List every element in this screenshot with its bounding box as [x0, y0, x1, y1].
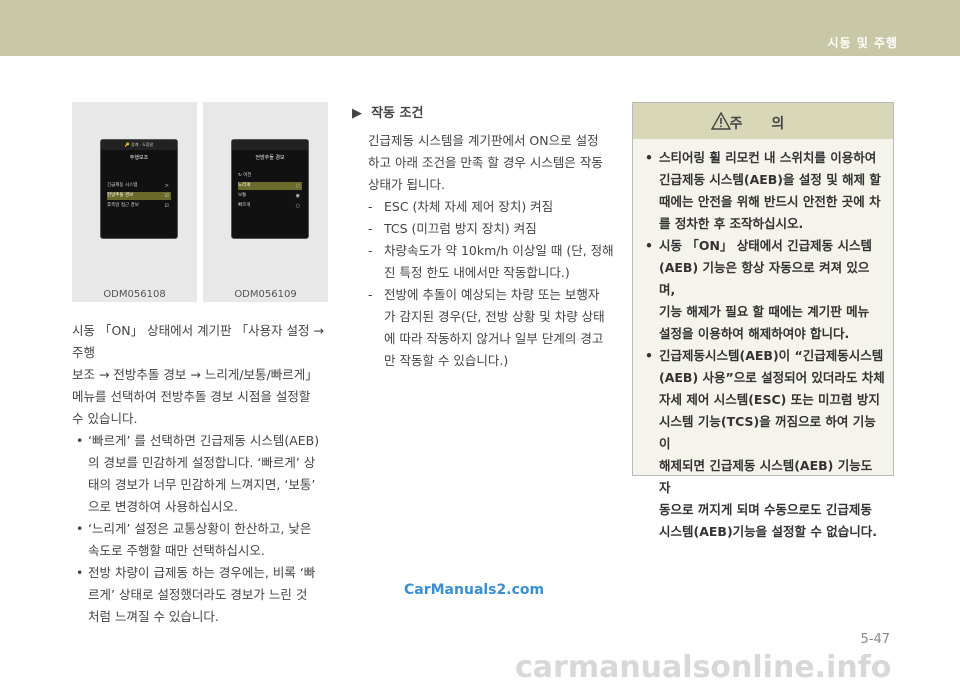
section-title: 작동 조건 — [371, 106, 424, 121]
condition-item: - ESC (차체 자세 제어 장치) 켜짐 — [368, 199, 554, 214]
list-item: • 긴급제동시스템(AEB)이 “긴급제동시스템 (AEB) 사용”으로 설정되… — [645, 348, 885, 539]
list-item: • ‘느리게’ 설정은 교통상황이 한산하고, 낮은 속도로 주행할 때만 선택… — [76, 521, 312, 558]
intro-line: 메뉴를 선택하여 전방추돌 경보 시점을 설정할 — [72, 389, 311, 404]
screen-menu-row-selected: 전방추돌 경보 ☑ — [107, 192, 171, 200]
list-item: • ‘빠르게’ 를 선택하면 긴급제동 시스템(AEB) 의 경보를 민감하게 … — [76, 433, 320, 514]
screen-top-label — [232, 140, 308, 150]
cluster-screen: 전방추돌 경보 ↻ 이전 느리게 ○ 보통 ◉ 빠르게 ○ — [231, 139, 309, 239]
condition-item: - 차량속도가 약 10km/h 이상일 때 (단, 정해 진 특정 한도 내에… — [368, 243, 614, 280]
watermark-text: carmanualsonline.info — [515, 650, 892, 685]
figure-odm056109: 전방추돌 경보 ↻ 이전 느리게 ○ 보통 ◉ 빠르게 ○ ODM056109 — [203, 102, 328, 302]
intro-line: 보조 → 전방추돌 경보 → 느리게/보통/빠르게」 — [72, 367, 318, 382]
screen-menu-row: 보통 ◉ — [238, 193, 300, 199]
header-bar: 시동 및 주행 — [0, 0, 960, 56]
page-number: 5-47 — [860, 632, 890, 647]
figure-caption: ODM056109 — [234, 289, 297, 300]
caution-title-bar: 주 의 — [633, 103, 893, 139]
condition-item: - TCS (미끄럼 방지 장치) 켜짐 — [368, 221, 537, 236]
caution-title: 주 의 — [729, 116, 797, 132]
screen-menu-row: 빠르게 ○ — [238, 203, 300, 209]
screen-top-label: 🔑 경계 · 도움말 — [101, 140, 177, 150]
screen-menu-row-selected: 느리게 ○ — [238, 182, 302, 190]
left-text-column: 시동 「ON」 상태에서 계기판 「사용자 설정 →주행 보조 → 전방추돌 경… — [72, 320, 334, 628]
figure-caption: ODM056108 — [103, 289, 166, 300]
caution-body: • 스티어링 휠 리모컨 내 스위치를 이용하여 긴급제동 시스템(AEB)을 … — [645, 147, 885, 543]
watermark-link[interactable]: CarManuals2.com — [404, 582, 544, 598]
intro-line: 하고 아래 조건을 만족 할 경우 시스템은 작동 — [368, 155, 603, 170]
screen-menu-row: ↻ 이전 — [238, 173, 252, 178]
page-header-title: 시동 및 주행 — [827, 36, 898, 50]
condition-item: - 전방에 추돌이 예상되는 차량 또는 보행자 가 감지된 경우(단, 전방 … — [368, 287, 605, 368]
list-item: • 스티어링 휠 리모컨 내 스위치를 이용하여 긴급제동 시스템(AEB)을 … — [645, 150, 881, 231]
middle-text-column: 긴급제동 시스템을 계기판에서 ON으로 설정 하고 아래 조건을 만족 할 경… — [368, 130, 618, 372]
cluster-screen: 🔑 경계 · 도움말 주행보조 긴급제동 시스템 > 전방추돌 경보 ☑ 후측방 접… — [100, 139, 178, 239]
triangle-arrow-icon: ▶ — [352, 106, 362, 121]
list-item: • 시동 「ON」 상태에서 긴급제동 시스템 (AEB) 기능은 항상 자동으… — [645, 238, 872, 341]
figure-odm056108: 🔑 경계 · 도움말 주행보조 긴급제동 시스템 > 전방추돌 경보 ☑ 후측방 접… — [72, 102, 197, 302]
intro-line: 시동 「ON」 상태에서 계기판 「사용자 설정 →주행 — [72, 323, 325, 360]
screen-menu-row: 긴급제동 시스템 > — [107, 183, 169, 189]
section-heading: ▶ 작동 조건 — [352, 102, 423, 121]
screen-title: 전방추돌 경보 — [255, 155, 285, 161]
intro-line: 상태가 됩니다. — [368, 177, 445, 192]
screen-menu-row: 후측방 접근 경보 ☑ — [107, 203, 169, 209]
screen-title: 주행보조 — [129, 155, 149, 161]
list-item: • 전방 차량이 급제동 하는 경우에는, 비록 ‘빠 르게’ 상태로 설정했더… — [76, 565, 316, 624]
caution-box: 주 의 • 스티어링 휠 리모컨 내 스위치를 이용하여 긴급제동 시스템(AE… — [632, 102, 894, 539]
intro-line: 수 있습니다. — [72, 411, 138, 426]
intro-line: 긴급제동 시스템을 계기판에서 ON으로 설정 — [368, 133, 599, 148]
